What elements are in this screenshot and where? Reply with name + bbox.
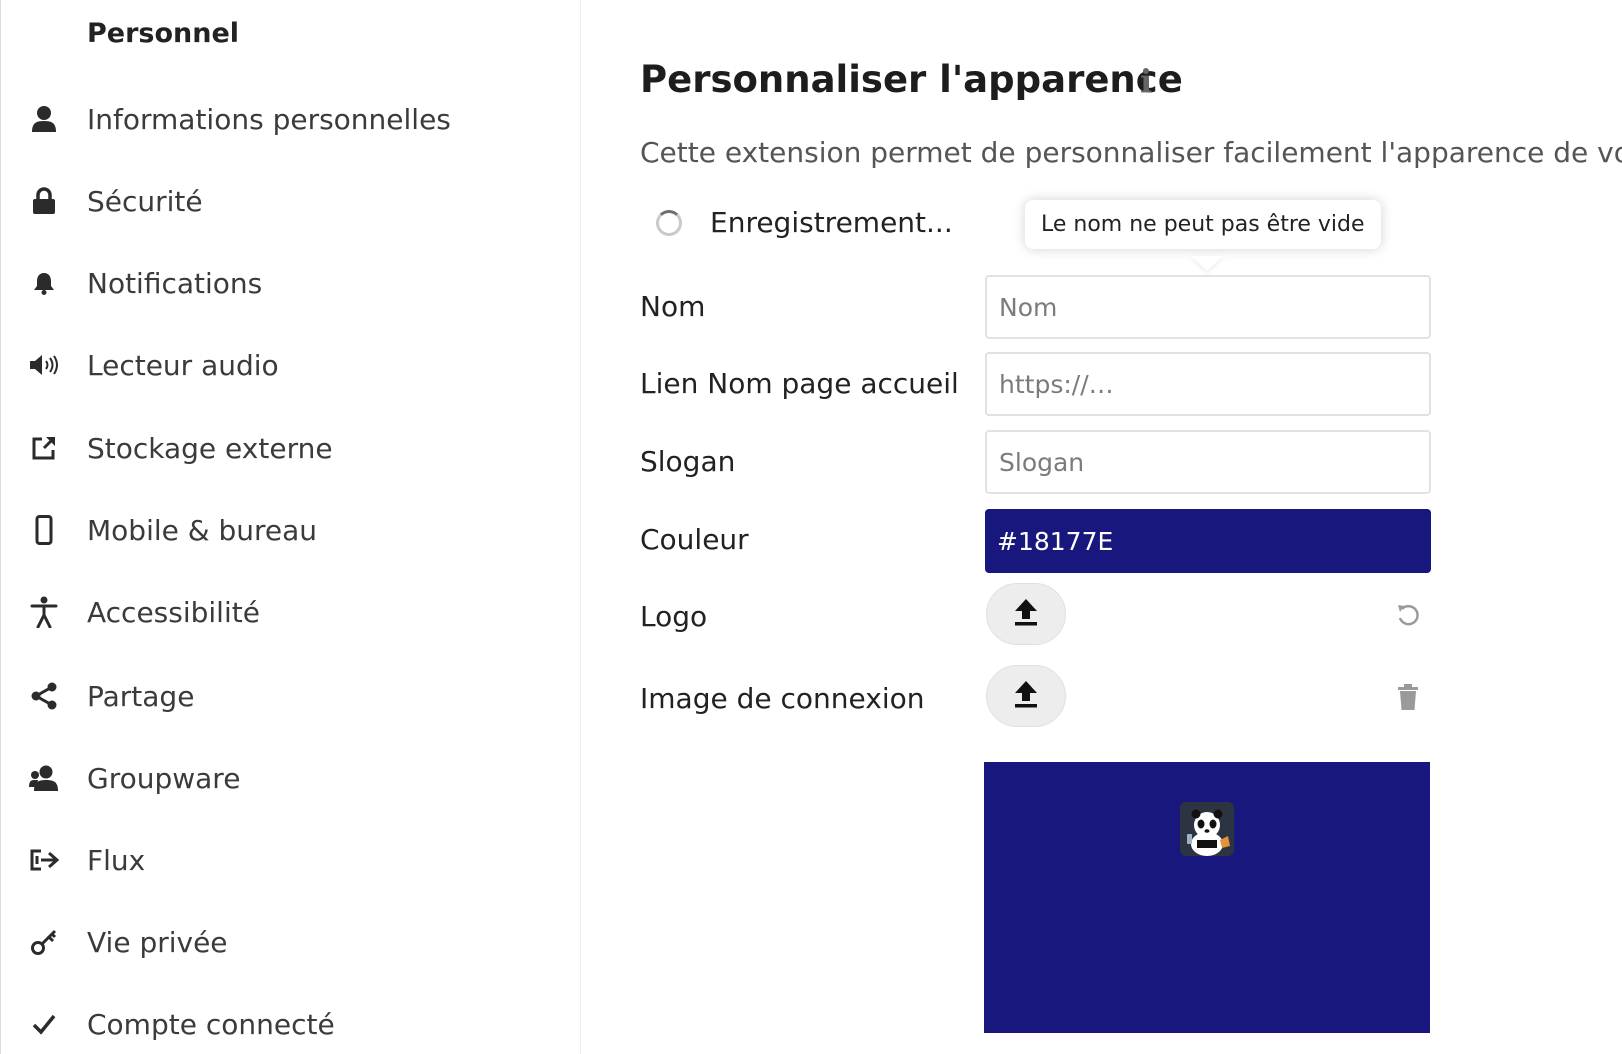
undo-icon	[1395, 602, 1421, 632]
homepage-url-input[interactable]	[985, 352, 1431, 416]
sidebar-item-label: Groupware	[87, 761, 241, 795]
sidebar-item-audio-player[interactable]: Lecteur audio	[1, 335, 561, 395]
accessibility-icon	[29, 596, 59, 628]
sidebar-item-label: Lecteur audio	[87, 348, 279, 382]
lock-icon	[29, 186, 59, 216]
name-input[interactable]	[985, 275, 1431, 339]
sidebar-item-activity[interactable]: Flux	[1, 830, 561, 890]
upload-icon	[1012, 597, 1040, 631]
sidebar-item-security[interactable]: Sécurité	[1, 171, 561, 231]
sidebar-item-label: Accessibilité	[87, 595, 260, 629]
panda-logo-icon	[1180, 802, 1234, 856]
login-image-label: Image de connexion	[640, 682, 925, 715]
contacts-icon	[29, 763, 59, 793]
upload-logo-button[interactable]	[986, 583, 1066, 645]
share-icon	[29, 681, 59, 711]
sidebar-heading: Personnel	[87, 18, 240, 49]
sidebar-item-label: Partage	[87, 679, 195, 713]
saving-status-text: Enregistrement...	[710, 206, 953, 239]
loading-spinner-icon	[656, 209, 682, 236]
sidebar-item-connected-accounts[interactable]: Compte connecté	[1, 994, 561, 1054]
upload-login-image-button[interactable]	[986, 665, 1066, 727]
color-label: Couleur	[640, 523, 749, 556]
logo-label: Logo	[640, 600, 708, 633]
sidebar-item-privacy[interactable]: Vie privée	[1, 912, 561, 972]
sidebar-item-external-storage[interactable]: Stockage externe	[1, 418, 561, 478]
validation-tooltip: Le nom ne peut pas être vide	[1025, 200, 1381, 249]
check-icon	[29, 1009, 59, 1039]
speaker-icon	[29, 350, 59, 380]
tooltip-arrow	[1191, 256, 1223, 271]
upload-icon	[1012, 679, 1040, 713]
sidebar-item-label: Stockage externe	[87, 431, 333, 465]
reset-logo-button[interactable]	[1393, 602, 1423, 632]
info-icon[interactable]: i	[1140, 62, 1170, 102]
phone-icon	[29, 515, 59, 545]
bell-icon	[29, 268, 59, 298]
sidebar-item-label: Informations personnelles	[87, 102, 451, 136]
sidebar-item-label: Mobile & bureau	[87, 513, 318, 547]
sidebar-item-personal-info[interactable]: Informations personnelles	[1, 89, 561, 149]
sidebar-item-accessibility[interactable]: Accessibilité	[1, 582, 561, 642]
key-icon	[29, 927, 59, 957]
user-icon	[29, 104, 59, 134]
sidebar-item-notifications[interactable]: Notifications	[1, 253, 561, 313]
color-value: #18177E	[997, 526, 1114, 556]
saving-status: Enregistrement...	[656, 206, 953, 239]
sidebar-item-label: Sécurité	[87, 184, 203, 218]
sidebar-item-label: Compte connecté	[87, 1007, 335, 1041]
section-description: Cette extension permet de personnaliser …	[640, 136, 1622, 169]
settings-sidebar: Personnel Informations personnelles Sécu…	[0, 0, 581, 1054]
trash-icon	[1396, 683, 1420, 715]
sidebar-item-label: Flux	[87, 843, 146, 877]
external-link-icon	[29, 433, 59, 463]
theme-preview	[984, 762, 1430, 1033]
homepage-url-label: Lien Nom page accueil	[640, 367, 959, 400]
page-title: Personnaliser l'apparence	[640, 58, 1183, 101]
sidebar-item-groupware[interactable]: Groupware	[1, 748, 561, 808]
sidebar-item-label: Notifications	[87, 266, 263, 300]
slogan-input[interactable]	[985, 430, 1431, 494]
name-label: Nom	[640, 290, 706, 323]
sidebar-item-mobile-desktop[interactable]: Mobile & bureau	[1, 500, 561, 560]
color-picker-field[interactable]: #18177E	[985, 509, 1431, 573]
delete-login-image-button[interactable]	[1393, 684, 1423, 714]
activity-icon	[29, 845, 59, 875]
theming-settings-panel: Personnaliser l'apparence i Cette extens…	[640, 0, 1622, 1054]
sidebar-item-label: Vie privée	[87, 925, 228, 959]
slogan-label: Slogan	[640, 445, 736, 478]
sidebar-item-sharing[interactable]: Partage	[1, 666, 561, 726]
